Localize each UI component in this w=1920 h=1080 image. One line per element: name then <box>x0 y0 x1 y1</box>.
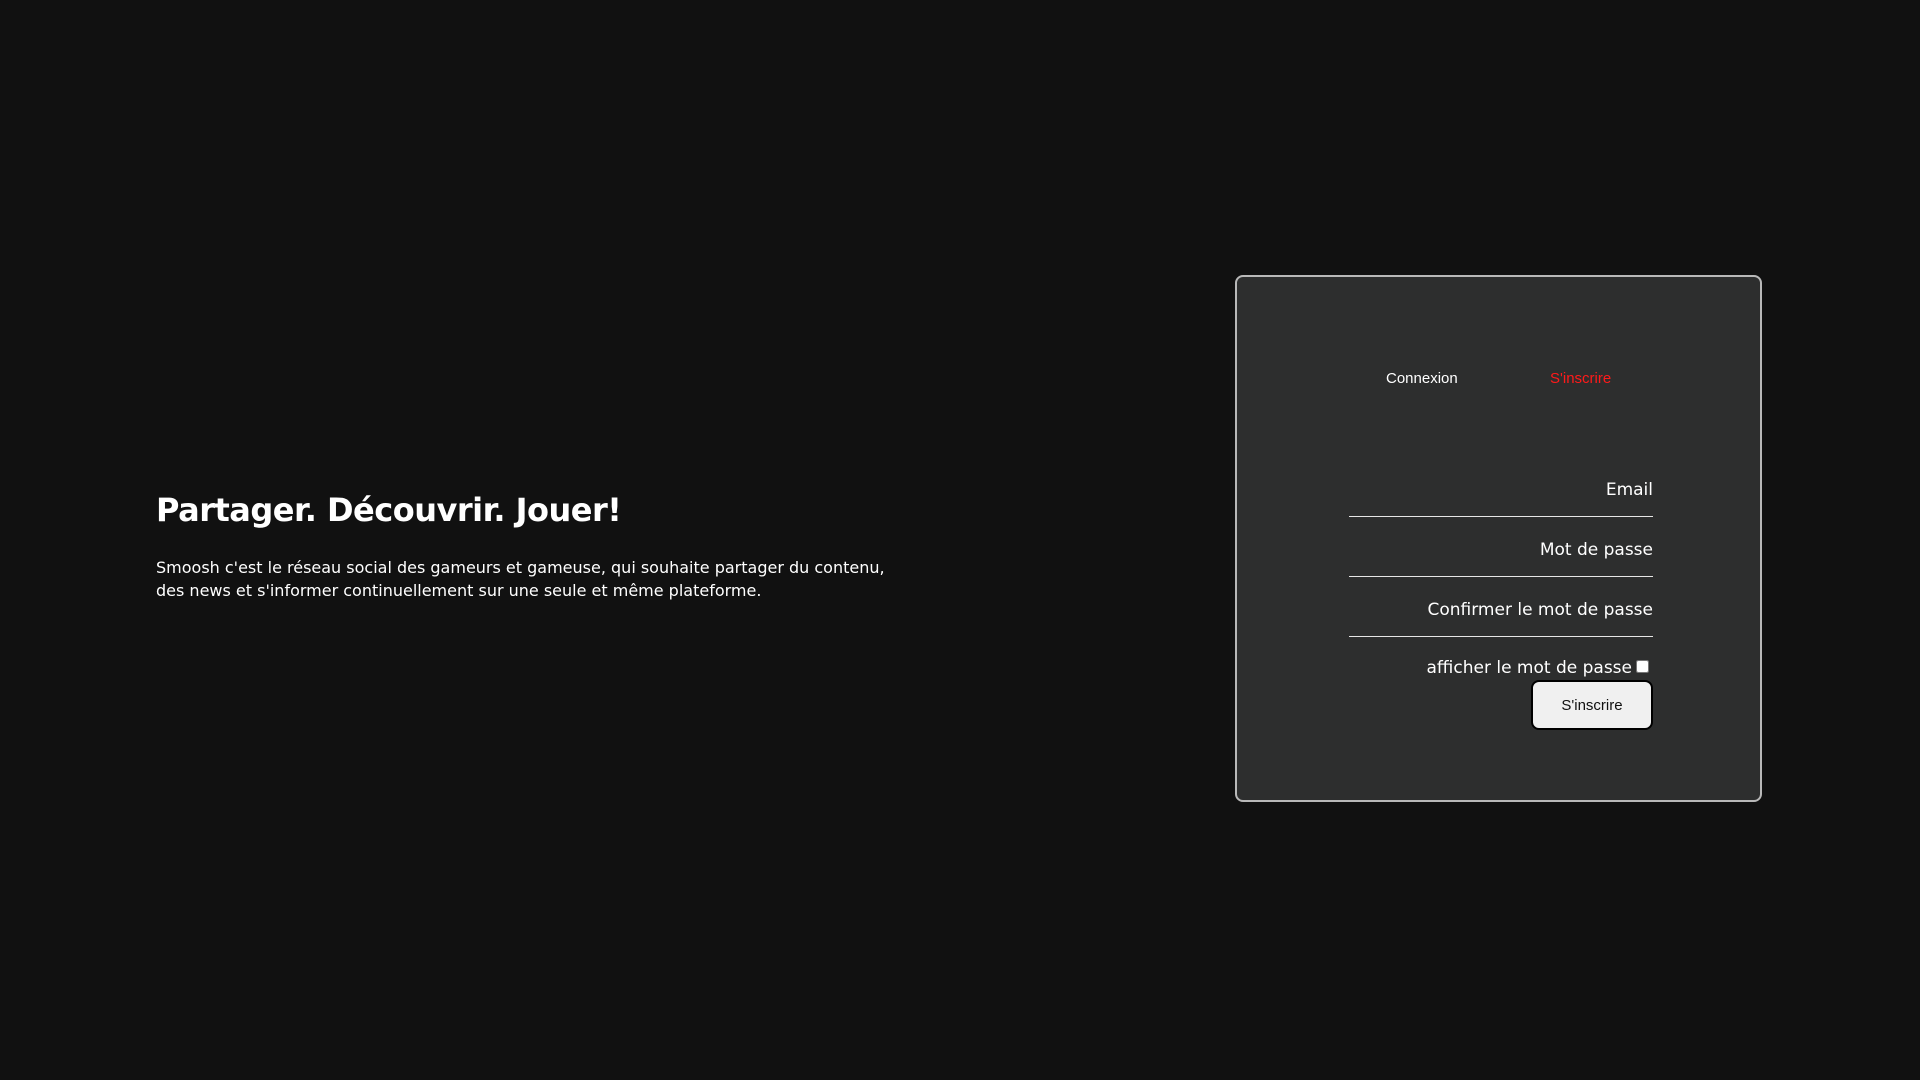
page: Partager. Découvrir. Jouer! Smoosh c'est… <box>0 0 1920 1080</box>
auth-card: Connexion S'inscrire afficher le mot de … <box>1235 275 1762 802</box>
password-field[interactable] <box>1349 530 1653 570</box>
tab-login[interactable]: Connexion <box>1386 369 1458 389</box>
hero-section: Partager. Découvrir. Jouer! Smoosh c'est… <box>156 486 916 602</box>
show-password-row: afficher le mot de passe <box>1349 658 1653 678</box>
tab-signup[interactable]: S'inscrire <box>1550 369 1611 389</box>
hero-title: Partager. Découvrir. Jouer! <box>156 491 622 529</box>
show-password-checkbox[interactable] <box>1636 659 1649 673</box>
confirm-password-field[interactable] <box>1349 590 1653 630</box>
hero-description: Smoosh c'est le réseau social des gameur… <box>156 558 885 600</box>
email-field[interactable] <box>1349 470 1653 510</box>
password-field-wrapper <box>1349 517 1653 577</box>
show-password-label: afficher le mot de passe <box>1426 658 1632 678</box>
auth-tabs: Connexion S'inscrire <box>1237 369 1760 389</box>
submit-row: S'inscrire <box>1349 680 1653 730</box>
signup-submit-button[interactable]: S'inscrire <box>1531 680 1653 730</box>
signup-form: afficher le mot de passe S'inscrire <box>1349 457 1653 730</box>
email-field-wrapper <box>1349 457 1653 517</box>
confirm-password-field-wrapper <box>1349 577 1653 637</box>
